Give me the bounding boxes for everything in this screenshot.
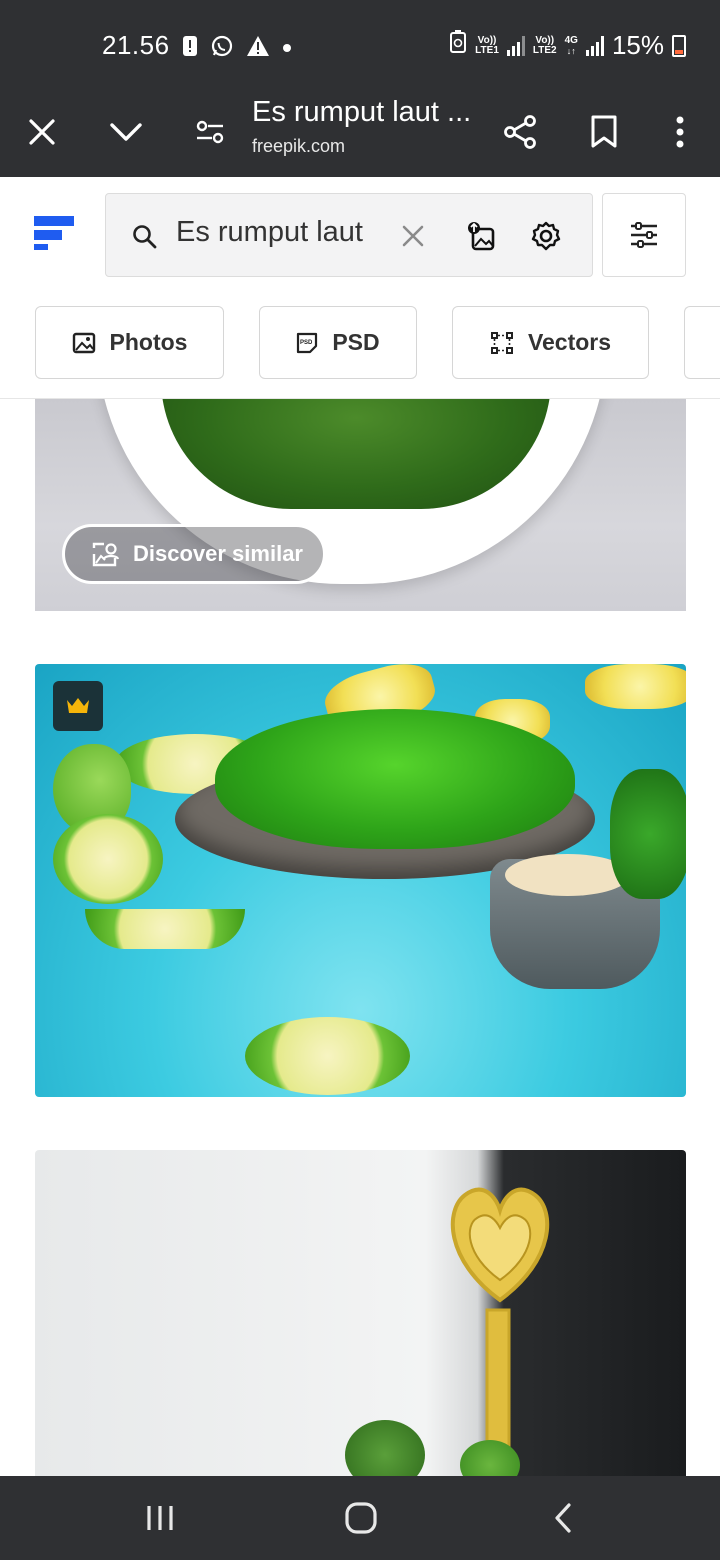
alert-icon — [182, 35, 198, 62]
filter-icon — [631, 222, 657, 248]
battery-percent: 15% — [611, 30, 664, 60]
network-type-label: 4G — [564, 34, 578, 46]
signal-icon — [506, 35, 525, 56]
chip-vectors[interactable]: Vectors — [452, 306, 649, 379]
svg-text:PSD: PSD — [300, 340, 313, 346]
back-icon — [555, 1503, 571, 1533]
recent-apps-button[interactable] — [130, 1496, 190, 1540]
close-icon — [29, 119, 55, 145]
psd-icon: PSD — [297, 332, 318, 353]
home-icon — [345, 1502, 377, 1534]
image-search-button[interactable] — [464, 218, 500, 254]
sim1-indicator: Vo)) LTE1 — [475, 34, 499, 56]
result-image-lime — [53, 814, 163, 904]
filters-button[interactable] — [602, 193, 686, 277]
result-card[interactable] — [35, 1150, 686, 1476]
page-title[interactable]: Es rumput laut ... — [252, 96, 471, 129]
result-image-lime — [245, 1017, 410, 1095]
vector-icon — [490, 331, 513, 354]
signal-icon-2 — [585, 35, 604, 56]
more-vert-icon — [676, 116, 684, 148]
result-image-golden-key — [450, 1187, 550, 1476]
image-search-icon — [468, 222, 495, 251]
battery-icon — [672, 34, 686, 57]
warning-icon — [246, 35, 270, 62]
result-card[interactable]: Discover similar — [35, 399, 686, 611]
freepik-logo[interactable] — [34, 216, 76, 256]
tune-icon — [196, 120, 224, 144]
premium-badge — [53, 681, 103, 731]
status-notification-icons — [182, 34, 292, 63]
back-button[interactable] — [533, 1496, 593, 1540]
home-button[interactable] — [331, 1496, 391, 1540]
status-system-icons: Vo)) LTE1 Vo)) LTE2 4G ↓↑ 15% — [449, 30, 686, 61]
bookmark-icon — [591, 115, 617, 148]
battery-saver-icon — [449, 30, 467, 61]
more-options-button[interactable] — [654, 106, 706, 158]
chip-photos-label: Photos — [109, 329, 188, 355]
result-image-lemon — [585, 664, 686, 709]
result-image-parsley — [610, 769, 686, 899]
status-time: 21.56 — [102, 30, 170, 60]
status-bar: 21.56 Vo)) LTE1 Vo)) LTE2 4G ↓↑ 15% — [0, 0, 720, 88]
sim2-lte-label: LTE2 — [532, 44, 557, 56]
sim1-lte-label: LTE1 — [475, 44, 499, 56]
chip-next-partial[interactable] — [684, 306, 720, 379]
clear-search-button[interactable] — [395, 218, 431, 254]
network-type: 4G ↓↑ — [564, 34, 578, 56]
discover-similar-button[interactable]: Discover similar — [62, 524, 326, 584]
bookmark-button[interactable] — [578, 106, 630, 158]
result-card[interactable] — [35, 664, 686, 1097]
clear-icon — [402, 225, 424, 247]
custom-tab-toolbar: Es rumput laut ... freepik.com — [0, 88, 720, 177]
system-nav-bar — [0, 1476, 720, 1560]
search-input[interactable]: Es rumput laut — [176, 216, 363, 249]
chip-vectors-label: Vectors — [527, 329, 612, 355]
dot-icon — [282, 40, 292, 58]
chevron-down-icon — [110, 123, 142, 141]
content-type-chips: Photos PSD PSD Vectors — [35, 306, 720, 380]
sim1-volte-label: Vo)) — [477, 34, 497, 46]
minimize-button[interactable] — [100, 106, 152, 158]
chip-photos[interactable]: Photos — [35, 306, 224, 379]
settings-icon — [531, 221, 561, 251]
whatsapp-icon — [210, 34, 234, 63]
search-box[interactable]: Es rumput laut — [105, 193, 593, 277]
discover-similar-label: Discover similar — [133, 541, 303, 566]
photo-icon — [72, 332, 95, 353]
result-image-seaweed-salad — [215, 709, 575, 849]
discover-similar-icon — [92, 542, 119, 567]
share-icon — [504, 115, 536, 149]
page-info-button[interactable] — [184, 106, 236, 158]
result-image-lime — [85, 909, 245, 949]
freepik-header: Es rumput laut Photos PSD PSD Vectors — [0, 177, 720, 399]
search-icon — [126, 218, 162, 254]
data-arrows-icon: ↓↑ — [566, 45, 576, 56]
search-settings-button[interactable] — [528, 218, 564, 254]
chip-psd-label: PSD — [332, 329, 380, 355]
close-tab-button[interactable] — [16, 106, 68, 158]
freepik-logo-icon — [34, 216, 74, 250]
share-button[interactable] — [494, 106, 546, 158]
crown-icon — [67, 698, 89, 713]
result-image-mint — [345, 1420, 425, 1476]
chip-psd[interactable]: PSD PSD — [259, 306, 417, 379]
page-url[interactable]: freepik.com — [252, 136, 345, 157]
recent-apps-icon — [147, 1506, 173, 1530]
sim2-volte-label: Vo)) — [535, 34, 555, 46]
search-results: Discover similar — [0, 399, 720, 1476]
sim2-indicator: Vo)) LTE2 — [532, 34, 557, 56]
